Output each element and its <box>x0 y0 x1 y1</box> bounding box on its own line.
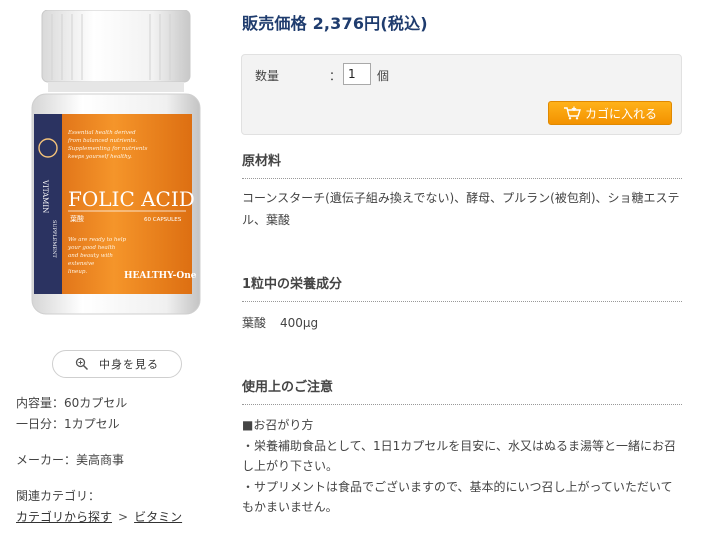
label-copy-line: lineup. <box>68 269 87 275</box>
caution-heading: 使用上のご注意 <box>242 376 682 405</box>
breadcrumb-separator: > <box>118 510 129 524</box>
nutrition-heading: 1粒中の栄養成分 <box>242 273 682 302</box>
label-copy-line: Supplementing for nutrients <box>68 146 148 152</box>
label-copy-line: your good health <box>67 245 116 251</box>
spec-per-day: 一日分：1カプセル <box>16 417 120 431</box>
label-brand-title: FOLIC ACID <box>68 187 195 211</box>
ingredients-text: コーンスターチ(遺伝子組み換えでない)、酵母、プルラン(被包剤)、ショ糖エステル… <box>242 191 680 227</box>
caution-line: ・サプリメントは食品でございますので、基本的にいつ召し上がっていただいてもかまい… <box>242 479 673 515</box>
label-copy-line: from balanced nutrients. <box>67 138 137 144</box>
label-side-text: VITAMIN <box>41 179 49 213</box>
spec-maker: メーカー：美高商事 <box>16 453 125 467</box>
label-copy-line: extensive <box>68 261 95 267</box>
nutrient-name: 葉酸 <box>242 316 267 330</box>
category-vitamin-link[interactable]: ビタミン <box>134 510 182 524</box>
nutrient-amount: 400μg <box>280 316 319 330</box>
caution-line: ・栄養補助食品として、1日1カプセルを目安に、水又はぬるま湯等と一緒にお召し上が… <box>242 438 676 474</box>
add-to-cart-button[interactable]: カゴに入れる <box>548 101 672 125</box>
quantity-unit: 個 <box>377 69 390 83</box>
label-maker-logo: HEALTHY-One <box>124 271 197 281</box>
quantity-input[interactable] <box>343 63 371 85</box>
supplement-bottle-illustration: VITAMIN SUPPLEMENT Essential health deri… <box>31 9 201 315</box>
label-copy-line: and beauty with <box>68 253 113 259</box>
label-jp-name: 葉酸 <box>70 214 84 223</box>
related-category-label: 関連カテゴリ： <box>16 489 101 503</box>
label-capsules: 60 CAPSULES <box>144 217 182 223</box>
add-to-cart-panel: 数量 ： 個 カゴに入れる <box>241 54 682 135</box>
view-contents-button[interactable]: 中身を見る <box>52 350 182 378</box>
ingredients-heading: 原材料 <box>242 150 682 179</box>
spec-capacity: 内容量：60カプセル <box>16 396 128 410</box>
quantity-colon: ： <box>329 69 342 83</box>
product-image: VITAMIN SUPPLEMENT Essential health deri… <box>26 9 206 328</box>
cart-icon <box>563 106 581 120</box>
category-breadcrumb: カテゴリから探す > ビタミン <box>16 509 182 525</box>
magnifier-icon <box>75 357 89 371</box>
label-copy-line: keeps yourself healthy. <box>68 154 132 160</box>
view-contents-label: 中身を見る <box>99 358 159 371</box>
sale-price: 販売価格 2,376円(税込) <box>242 14 428 33</box>
category-root-link[interactable]: カテゴリから探す <box>16 510 112 524</box>
nutrition-row: 葉酸 400μg <box>242 312 682 334</box>
quantity-label: 数量 <box>255 69 280 83</box>
label-copy-line: Essential health derived <box>67 130 136 136</box>
caution-line: ■お召がり方 <box>242 418 314 432</box>
label-copy-line: We are ready to help <box>68 237 126 243</box>
add-to-cart-label: カゴに入れる <box>584 106 657 121</box>
label-side-text2: SUPPLEMENT <box>51 220 57 258</box>
caution-text: ■お召がり方 ・栄養補助食品として、1日1カプセルを目安に、水又はぬるま湯等と一… <box>242 415 682 518</box>
